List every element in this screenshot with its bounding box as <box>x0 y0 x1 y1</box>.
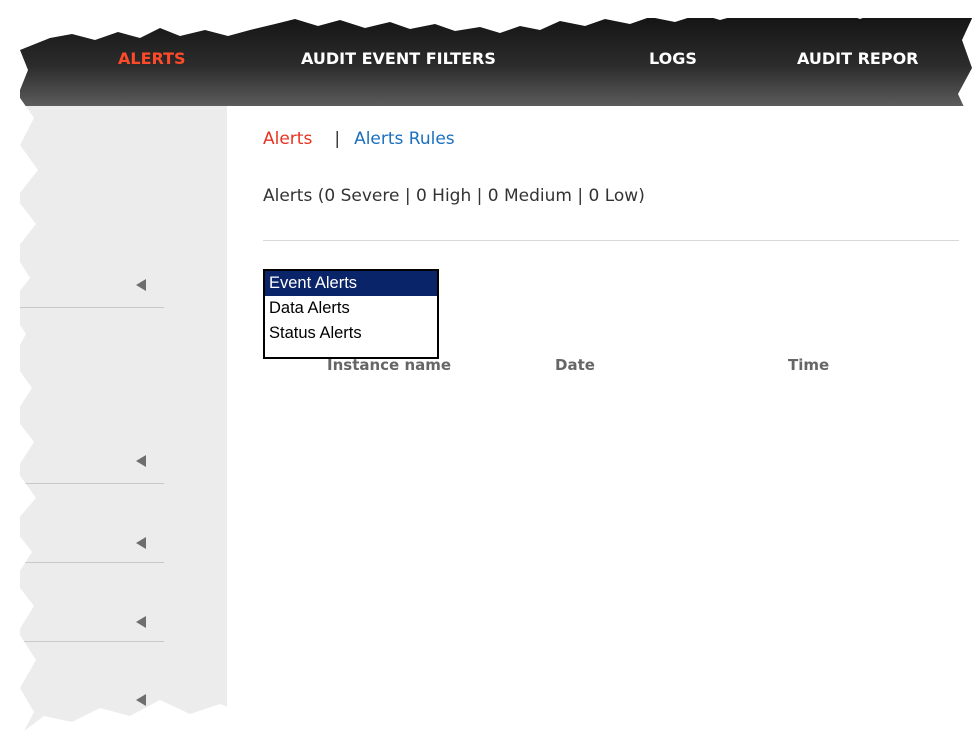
main-content: Alerts | Alerts Rules Alerts (0 Severe | 0… <box>227 106 974 731</box>
tab-alerts[interactable]: Alerts <box>263 129 312 149</box>
tab-separator: | <box>334 129 341 149</box>
sidebar-section <box>20 563 164 642</box>
screenshot-stage: ALERTS AUDIT EVENT FILTERS LOGS AUDIT RE… <box>0 0 974 731</box>
collapse-arrow-icon[interactable] <box>136 279 146 291</box>
tab-alerts-rules[interactable]: Alerts Rules <box>354 129 455 149</box>
column-header-time[interactable]: Time <box>788 356 829 374</box>
nav-logs[interactable]: LOGS <box>649 49 697 68</box>
column-header-instance-name[interactable]: Instance name <box>327 356 451 374</box>
alert-type-listbox[interactable]: Event Alerts Data Alerts Status Alerts <box>263 269 439 359</box>
collapse-arrow-icon[interactable] <box>136 537 146 549</box>
nav-audit-reports[interactable]: AUDIT REPOR <box>797 49 919 68</box>
collapse-arrow-icon[interactable] <box>136 694 146 706</box>
option-event-alerts[interactable]: Event Alerts <box>265 271 437 296</box>
sidebar-section <box>20 308 164 484</box>
collapse-arrow-icon[interactable] <box>136 616 146 628</box>
left-sidebar <box>20 106 227 731</box>
nav-audit-event-filters[interactable]: AUDIT EVENT FILTERS <box>301 49 496 68</box>
sidebar-section <box>20 484 164 563</box>
sidebar-section <box>20 106 164 308</box>
option-data-alerts[interactable]: Data Alerts <box>265 296 437 321</box>
alerts-tabs: Alerts | Alerts Rules <box>263 129 455 149</box>
top-nav: ALERTS AUDIT EVENT FILTERS LOGS AUDIT RE… <box>20 18 974 106</box>
section-divider <box>263 240 974 241</box>
alerts-summary: Alerts (0 Severe | 0 High | 0 Medium | 0… <box>263 186 645 206</box>
collapse-arrow-icon[interactable] <box>136 455 146 467</box>
column-header-date[interactable]: Date <box>555 356 595 374</box>
option-status-alerts[interactable]: Status Alerts <box>265 321 437 346</box>
nav-alerts[interactable]: ALERTS <box>118 49 186 68</box>
